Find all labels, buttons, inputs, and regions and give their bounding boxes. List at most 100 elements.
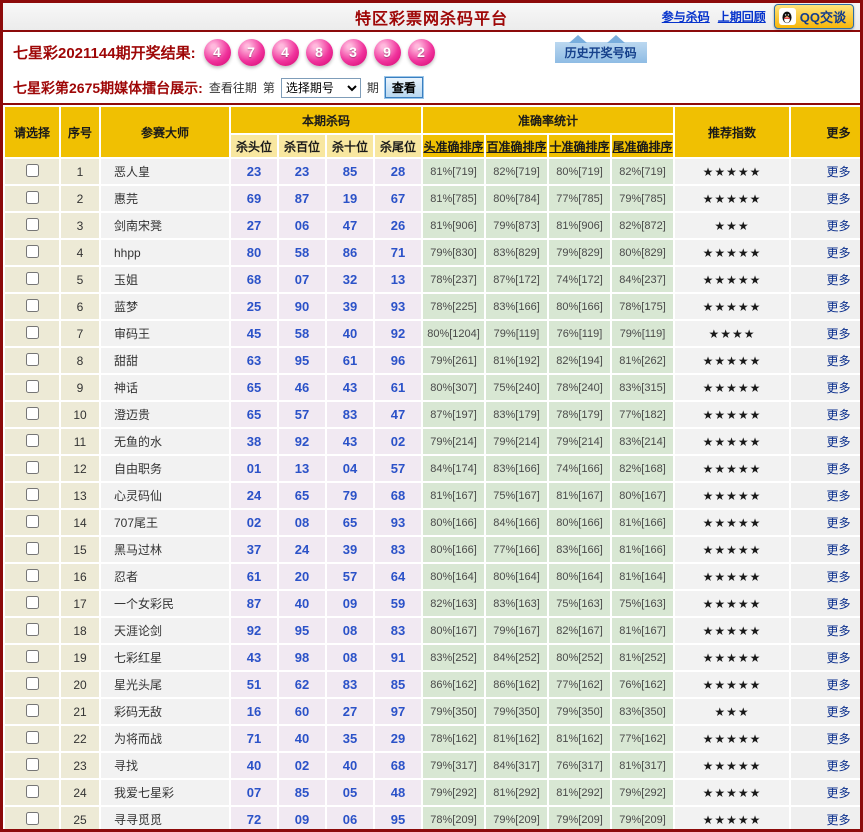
master-name: hhpp: [101, 240, 229, 265]
row-checkbox[interactable]: [25, 460, 39, 474]
previous-period-link[interactable]: 上期回顾: [718, 8, 766, 25]
accuracy-ten: 74%[166]: [549, 456, 611, 481]
row-checkbox[interactable]: [25, 352, 39, 366]
row-checkbox[interactable]: [25, 541, 39, 555]
more-link[interactable]: 更多: [827, 597, 851, 611]
row-checkbox[interactable]: [25, 676, 39, 690]
history-numbers-button[interactable]: 历史开奖号码: [554, 34, 647, 63]
kill-ten-value: 39: [327, 294, 373, 319]
more-link[interactable]: 更多: [827, 759, 851, 773]
more-link[interactable]: 更多: [827, 705, 851, 719]
more-link[interactable]: 更多: [827, 300, 851, 314]
row-checkbox[interactable]: [25, 325, 39, 339]
row-checkbox[interactable]: [25, 784, 39, 798]
more-link[interactable]: 更多: [827, 786, 851, 800]
accuracy-ten: 83%[166]: [549, 537, 611, 562]
accuracy-head: 81%[167]: [423, 483, 485, 508]
sort-head-accuracy[interactable]: 头准确排序: [423, 135, 485, 157]
row-checkbox[interactable]: [25, 487, 39, 501]
kill-hundred-value: 62: [279, 672, 325, 697]
accuracy-tail: 81%[317]: [612, 753, 674, 778]
row-checkbox[interactable]: [25, 757, 39, 771]
row-checkbox[interactable]: [25, 298, 39, 312]
row-checkbox[interactable]: [25, 244, 39, 258]
kill-ten-value: 47: [327, 213, 373, 238]
accuracy-head: 79%[350]: [423, 699, 485, 724]
row-checkbox[interactable]: [25, 730, 39, 744]
more-link[interactable]: 更多: [827, 435, 851, 449]
titlebar-links: 参与杀码 上期回顾 QQ交谈: [662, 4, 860, 29]
kill-head-value: 51: [231, 672, 277, 697]
more-link[interactable]: 更多: [827, 219, 851, 233]
accuracy-hundred: 79%[119]: [486, 321, 548, 346]
more-link[interactable]: 更多: [827, 624, 851, 638]
more-link[interactable]: 更多: [827, 381, 851, 395]
qq-chat-button[interactable]: QQ交谈: [773, 4, 854, 29]
kill-tail-value: 93: [375, 510, 422, 535]
accuracy-hundred: 81%[162]: [486, 726, 548, 751]
draw-ball: 4: [203, 38, 231, 66]
more-link[interactable]: 更多: [827, 327, 851, 341]
more-link[interactable]: 更多: [827, 246, 851, 260]
more-link[interactable]: 更多: [827, 192, 851, 206]
more-link[interactable]: 更多: [827, 543, 851, 557]
more-link[interactable]: 更多: [827, 354, 851, 368]
kill-hundred-value: 98: [279, 645, 325, 670]
kill-hundred-value: 46: [279, 375, 325, 400]
row-checkbox[interactable]: [25, 514, 39, 528]
more-link[interactable]: 更多: [827, 678, 851, 692]
more-link[interactable]: 更多: [827, 516, 851, 530]
table-row: 19 七彩红星 43 98 08 91 83%[252] 84%[252] 80…: [5, 645, 860, 670]
accuracy-hundred: 81%[292]: [486, 780, 548, 805]
row-checkbox[interactable]: [25, 217, 39, 231]
select-cell: [5, 780, 59, 805]
row-checkbox[interactable]: [25, 271, 39, 285]
row-checkbox[interactable]: [25, 163, 39, 177]
row-number: 3: [61, 213, 99, 238]
sort-ten-accuracy[interactable]: 十准确排序: [549, 135, 611, 157]
row-checkbox[interactable]: [25, 568, 39, 582]
kill-head-value: 65: [231, 375, 277, 400]
sort-tail-accuracy[interactable]: 尾准确排序: [612, 135, 674, 157]
kill-head-value: 01: [231, 456, 277, 481]
accuracy-hundred: 83%[166]: [486, 294, 548, 319]
select-cell: [5, 159, 59, 184]
more-link[interactable]: 更多: [827, 273, 851, 287]
row-checkbox[interactable]: [25, 433, 39, 447]
table-row: 10 澄迈贵 65 57 83 47 87%[197] 83%[179] 78%…: [5, 402, 860, 427]
row-number: 11: [61, 429, 99, 454]
qq-penguin-icon: [778, 8, 796, 25]
row-number: 1: [61, 159, 99, 184]
kill-tail-value: 97: [375, 699, 422, 724]
kill-head-value: 72: [231, 807, 277, 829]
row-checkbox[interactable]: [25, 622, 39, 636]
more-link[interactable]: 更多: [827, 651, 851, 665]
row-checkbox[interactable]: [25, 406, 39, 420]
period-select[interactable]: 选择期号: [280, 77, 361, 98]
select-cell: [5, 726, 59, 751]
accuracy-hundred: 86%[162]: [486, 672, 548, 697]
qq-chat-label: QQ交谈: [799, 10, 846, 25]
more-link[interactable]: 更多: [827, 489, 851, 503]
sort-hundred-accuracy[interactable]: 百准确排序: [486, 135, 548, 157]
kill-tail-value: 61: [375, 375, 422, 400]
more-link[interactable]: 更多: [827, 165, 851, 179]
join-kill-link[interactable]: 参与杀码: [662, 8, 710, 25]
more-link[interactable]: 更多: [827, 732, 851, 746]
accuracy-tail: 76%[162]: [612, 672, 674, 697]
view-button[interactable]: 查看: [384, 77, 423, 98]
row-checkbox[interactable]: [25, 811, 39, 825]
row-checkbox[interactable]: [25, 190, 39, 204]
row-checkbox[interactable]: [25, 595, 39, 609]
more-link[interactable]: 更多: [827, 570, 851, 584]
more-link[interactable]: 更多: [827, 462, 851, 476]
table-row: 14 707尾王 02 08 65 93 80%[166] 84%[166] 8…: [5, 510, 860, 535]
header-kill-head: 杀头位: [231, 135, 277, 157]
more-link[interactable]: 更多: [827, 813, 851, 827]
row-checkbox[interactable]: [25, 379, 39, 393]
more-link[interactable]: 更多: [827, 408, 851, 422]
kill-hundred-value: 85: [279, 780, 325, 805]
row-checkbox[interactable]: [25, 649, 39, 663]
select-cell: [5, 645, 59, 670]
row-checkbox[interactable]: [25, 703, 39, 717]
